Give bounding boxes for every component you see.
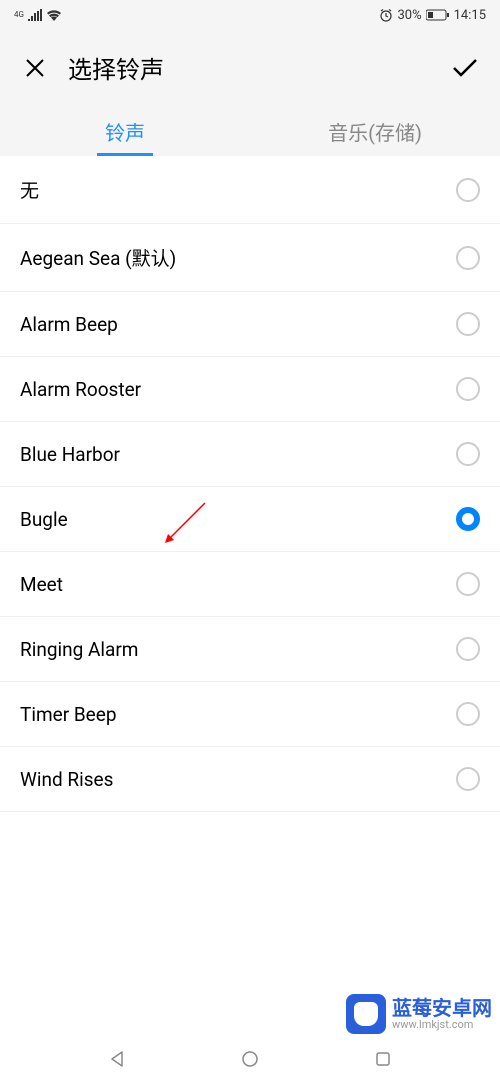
radio-indicator bbox=[456, 572, 480, 596]
ringtone-item[interactable]: Wind Rises bbox=[0, 747, 500, 812]
ringtone-item[interactable]: 无 bbox=[0, 156, 500, 224]
tabs: 铃声 音乐(存储) bbox=[0, 103, 500, 156]
page-title: 选择铃声 bbox=[68, 50, 432, 85]
ringtone-label: Blue Harbor bbox=[20, 443, 120, 466]
close-button[interactable] bbox=[20, 53, 50, 83]
tab-label: 铃声 bbox=[105, 121, 145, 145]
circle-home-icon bbox=[241, 1050, 259, 1068]
battery-icon bbox=[426, 9, 450, 21]
ringtone-item[interactable]: Blue Harbor bbox=[0, 422, 500, 487]
nav-home[interactable] bbox=[238, 1047, 262, 1071]
battery-percent: 30% bbox=[397, 8, 421, 23]
square-recent-icon bbox=[375, 1051, 391, 1067]
radio-indicator bbox=[456, 507, 480, 531]
header: 选择铃声 bbox=[0, 30, 500, 103]
radio-indicator bbox=[456, 637, 480, 661]
watermark-text: 蓝莓安卓网 www.lmkjst.com bbox=[392, 997, 492, 1031]
ringtone-label: Ringing Alarm bbox=[20, 638, 138, 661]
watermark: 蓝莓安卓网 www.lmkjst.com bbox=[346, 994, 492, 1034]
nav-back[interactable] bbox=[105, 1047, 129, 1071]
ringtone-label: Aegean Sea (默认) bbox=[20, 244, 176, 271]
check-icon bbox=[451, 57, 479, 79]
ringtone-item[interactable]: Timer Beep bbox=[0, 682, 500, 747]
nav-bar bbox=[0, 1034, 500, 1084]
radio-indicator bbox=[456, 767, 480, 791]
radio-indicator bbox=[456, 178, 480, 202]
tab-ringtone[interactable]: 铃声 bbox=[0, 117, 250, 156]
status-right: 30% 14:15 bbox=[379, 8, 486, 23]
status-left: 4G bbox=[14, 9, 62, 21]
triangle-back-icon bbox=[108, 1050, 126, 1068]
watermark-icon bbox=[346, 994, 386, 1034]
radio-indicator bbox=[456, 246, 480, 270]
watermark-main: 蓝莓安卓网 bbox=[392, 997, 492, 1019]
network-type: 4G bbox=[14, 11, 24, 19]
tab-music-storage[interactable]: 音乐(存储) bbox=[250, 117, 500, 156]
ringtone-label: Alarm Rooster bbox=[20, 378, 141, 401]
ringtone-label: Alarm Beep bbox=[20, 313, 118, 336]
ringtone-item[interactable]: Aegean Sea (默认) bbox=[0, 224, 500, 292]
ringtone-label: Timer Beep bbox=[20, 703, 117, 726]
ringtone-label: Bugle bbox=[20, 508, 68, 531]
ringtone-label: 无 bbox=[20, 176, 39, 203]
ringtone-item[interactable]: Bugle bbox=[0, 487, 500, 552]
radio-indicator bbox=[456, 312, 480, 336]
ringtone-label: Wind Rises bbox=[20, 768, 113, 791]
alarm-icon bbox=[379, 8, 393, 22]
clock-time: 14:15 bbox=[454, 8, 486, 23]
radio-indicator bbox=[456, 442, 480, 466]
nav-recent[interactable] bbox=[371, 1047, 395, 1071]
ringtone-item[interactable]: Alarm Rooster bbox=[0, 357, 500, 422]
status-bar: 4G 30% 14:15 bbox=[0, 0, 500, 30]
ringtone-list: 无 Aegean Sea (默认) Alarm Beep Alarm Rooster B… bbox=[0, 156, 500, 812]
radio-indicator bbox=[456, 702, 480, 726]
close-icon bbox=[23, 56, 47, 80]
ringtone-label: Meet bbox=[20, 573, 63, 596]
signal-icon bbox=[28, 9, 42, 21]
ringtone-item[interactable]: Meet bbox=[0, 552, 500, 617]
watermark-sub: www.lmkjst.com bbox=[392, 1019, 492, 1031]
wifi-icon bbox=[46, 9, 62, 21]
ringtone-item[interactable]: Alarm Beep bbox=[0, 292, 500, 357]
radio-indicator bbox=[456, 377, 480, 401]
tab-label: 音乐(存储) bbox=[328, 121, 422, 145]
confirm-button[interactable] bbox=[450, 53, 480, 83]
ringtone-item[interactable]: Ringing Alarm bbox=[0, 617, 500, 682]
